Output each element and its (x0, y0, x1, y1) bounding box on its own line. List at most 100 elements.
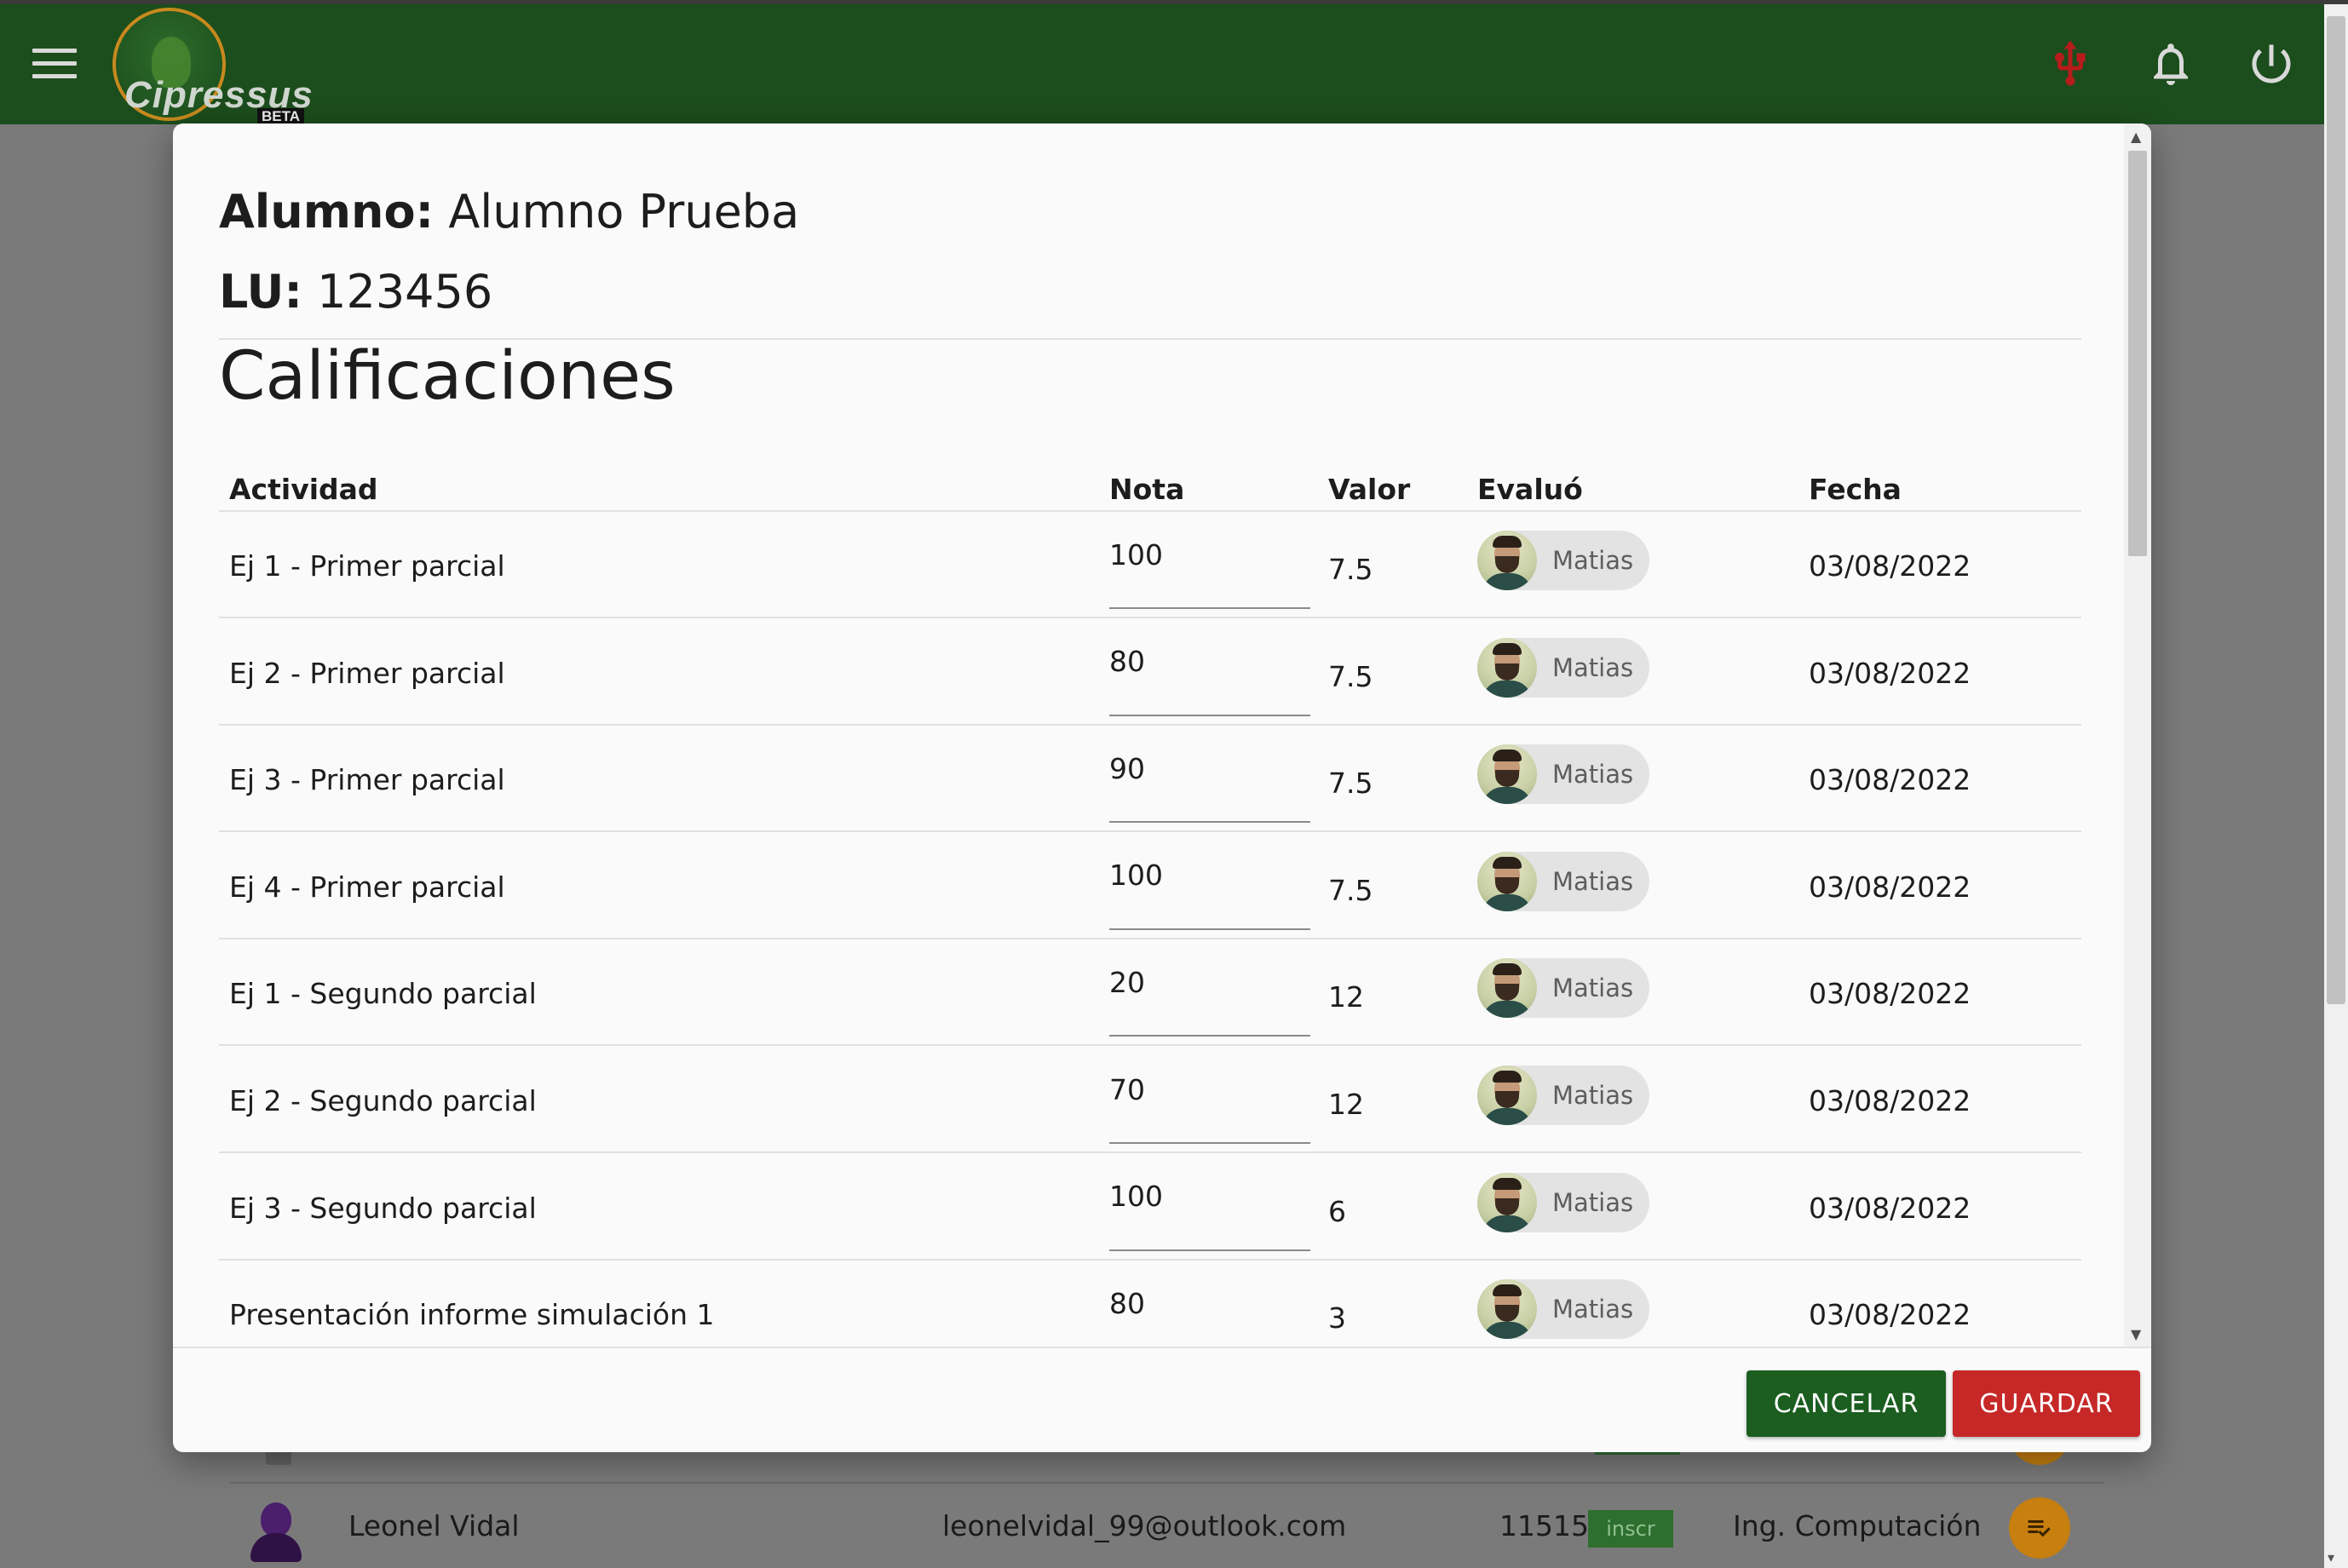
nota-field[interactable] (1109, 1272, 1310, 1347)
nota-field[interactable] (1109, 631, 1310, 716)
table-row: Ej 3 - Segundo parcial 6 Matias 03/08/2022 (219, 1154, 2081, 1261)
student-name: Leonel Vidal (348, 1509, 520, 1542)
nota-field[interactable] (1109, 951, 1310, 1037)
evaluator-chip[interactable]: Matias (1477, 851, 1649, 911)
page-scrollbar[interactable]: ▾ (2324, 4, 2348, 1568)
evaluator-chip[interactable]: Matias (1477, 744, 1649, 805)
valor-cell: 12 (1328, 980, 1364, 1014)
nota-input[interactable] (1109, 1071, 1310, 1108)
student-email: leonelvidal_99@outlook.com (942, 1509, 1347, 1542)
fecha-cell: 03/08/2022 (1809, 1084, 1971, 1117)
status-chip: inscr (1588, 1510, 1673, 1548)
evaluator-chip[interactable]: Matias (1477, 1279, 1649, 1340)
evaluator-avatar (1477, 851, 1537, 911)
evaluator-avatar (1477, 1172, 1537, 1232)
usb-icon[interactable] (2045, 38, 2096, 89)
bell-icon[interactable] (2145, 38, 2196, 89)
activity-cell: Ej 3 - Primer parcial (229, 763, 505, 797)
dialog-scrollbar[interactable]: ▲ ▼ (2124, 123, 2151, 1347)
fecha-cell: 03/08/2022 (1809, 1191, 1971, 1225)
scroll-down-arrow[interactable]: ▾ (2328, 1551, 2334, 1565)
page-scrollbar-thumb[interactable] (2327, 16, 2345, 1004)
dialog-content: Alumno: Alumno Prueba LU: 123456 Calific… (173, 123, 2124, 1347)
nota-field[interactable] (1109, 845, 1310, 930)
cancel-button[interactable]: CANCELAR (1747, 1370, 1946, 1437)
dialog-scrollbar-thumb[interactable] (2128, 151, 2147, 556)
evaluator-name: Matias (1552, 974, 1634, 1003)
table-row: Ej 4 - Primer parcial 7.5 Matias 03/08/2022 (219, 833, 2081, 939)
activity-cell: Ej 2 - Primer parcial (229, 656, 505, 690)
evaluator-avatar (1477, 744, 1537, 805)
nota-input[interactable] (1109, 1177, 1310, 1215)
valor-cell: 12 (1328, 1088, 1364, 1121)
lu-label: LU: (219, 265, 302, 319)
activity-cell: Ej 2 - Segundo parcial (229, 1084, 537, 1117)
evaluator-name: Matias (1552, 1187, 1634, 1217)
fecha-cell: 03/08/2022 (1809, 870, 1971, 904)
evaluator-avatar (1477, 1279, 1537, 1340)
nota-input[interactable] (1109, 536, 1310, 573)
col-header-evaluo: Evaluó (1477, 473, 1583, 506)
beta-badge: BETA (257, 108, 305, 125)
activity-cell: Ej 1 - Primer parcial (229, 549, 505, 583)
nota-input[interactable] (1109, 856, 1310, 894)
nota-input[interactable] (1109, 963, 1310, 1002)
student-name-line: Alumno: Alumno Prueba (219, 185, 799, 238)
evaluator-avatar (1477, 531, 1537, 590)
table-row: Ej 1 - Primer parcial 7.5 Matias 03/08/2022 (219, 512, 2081, 618)
col-header-nota: Nota (1109, 473, 1185, 506)
dialog-actions: CANCELAR GUARDAR (173, 1347, 2151, 1452)
student-avatar (250, 1497, 302, 1564)
fecha-cell: 03/08/2022 (1809, 656, 1971, 690)
table-row: Ej 2 - Segundo parcial 12 Matias 03/08/2022 (219, 1047, 2081, 1153)
fecha-cell: 03/08/2022 (1809, 1298, 1971, 1332)
app-bar: Cipressus BETA (0, 4, 2324, 127)
activity-cell: Ej 4 - Primer parcial (229, 870, 505, 904)
valor-cell: 7.5 (1328, 767, 1373, 801)
evaluator-chip[interactable]: Matias (1477, 1172, 1649, 1232)
evaluator-chip[interactable]: Matias (1477, 1065, 1649, 1125)
evaluator-avatar (1477, 958, 1537, 1019)
menu-icon[interactable] (32, 49, 77, 83)
nota-input[interactable] (1109, 750, 1310, 788)
table-row: Ej 1 - Segundo parcial 12 Matias 03/08/2022 (219, 939, 2081, 1047)
grades-button[interactable] (2009, 1497, 2070, 1559)
student-label: Alumno: (219, 185, 434, 238)
valor-cell: 3 (1328, 1301, 1346, 1335)
save-button[interactable]: GUARDAR (1953, 1370, 2140, 1437)
section-title: Calificaciones (219, 338, 676, 415)
list-check-icon (2028, 1520, 2051, 1537)
student-lu-line: LU: 123456 (219, 265, 492, 319)
activity-cell: Ej 1 - Segundo parcial (229, 977, 537, 1011)
evaluator-chip[interactable]: Matias (1477, 958, 1649, 1019)
nota-input[interactable] (1109, 642, 1310, 681)
nota-field[interactable] (1109, 1166, 1310, 1251)
col-header-fecha: Fecha (1809, 473, 1902, 506)
evaluator-avatar (1477, 637, 1537, 698)
row-divider (230, 1482, 2104, 1484)
fecha-cell: 03/08/2022 (1809, 549, 1971, 583)
evaluator-chip[interactable]: Matias (1477, 531, 1649, 590)
col-header-actividad: Actividad (229, 473, 378, 506)
nota-input[interactable] (1109, 1284, 1310, 1323)
activity-cell: Presentación informe simulación 1 (229, 1298, 715, 1332)
scroll-up-arrow[interactable]: ▲ (2131, 130, 2141, 144)
student-name-value: Alumno Prueba (448, 185, 800, 238)
col-header-valor: Valor (1328, 473, 1411, 506)
power-icon[interactable] (2246, 38, 2297, 89)
nota-field[interactable] (1109, 738, 1310, 824)
nota-field[interactable] (1109, 524, 1310, 609)
valor-cell: 6 (1328, 1194, 1346, 1228)
scroll-down-arrow[interactable]: ▼ (2131, 1328, 2141, 1341)
evaluator-avatar (1477, 1065, 1537, 1125)
student-career: Ing. Computación (1733, 1509, 1982, 1542)
activity-cell: Ej 3 - Segundo parcial (229, 1191, 537, 1225)
table-row: Ej 3 - Primer parcial 7.5 Matias 03/08/2022 (219, 726, 2081, 833)
nota-field[interactable] (1109, 1059, 1310, 1144)
valor-cell: 7.5 (1328, 553, 1373, 586)
evaluator-chip[interactable]: Matias (1477, 637, 1649, 698)
grades-dialog: Alumno: Alumno Prueba LU: 123456 Calific… (173, 123, 2151, 1452)
app-logo[interactable]: Cipressus BETA (112, 8, 313, 127)
table-row: Presentación informe simulación 1 3 Matias… (219, 1261, 2081, 1347)
evaluator-name: Matias (1552, 866, 1634, 896)
